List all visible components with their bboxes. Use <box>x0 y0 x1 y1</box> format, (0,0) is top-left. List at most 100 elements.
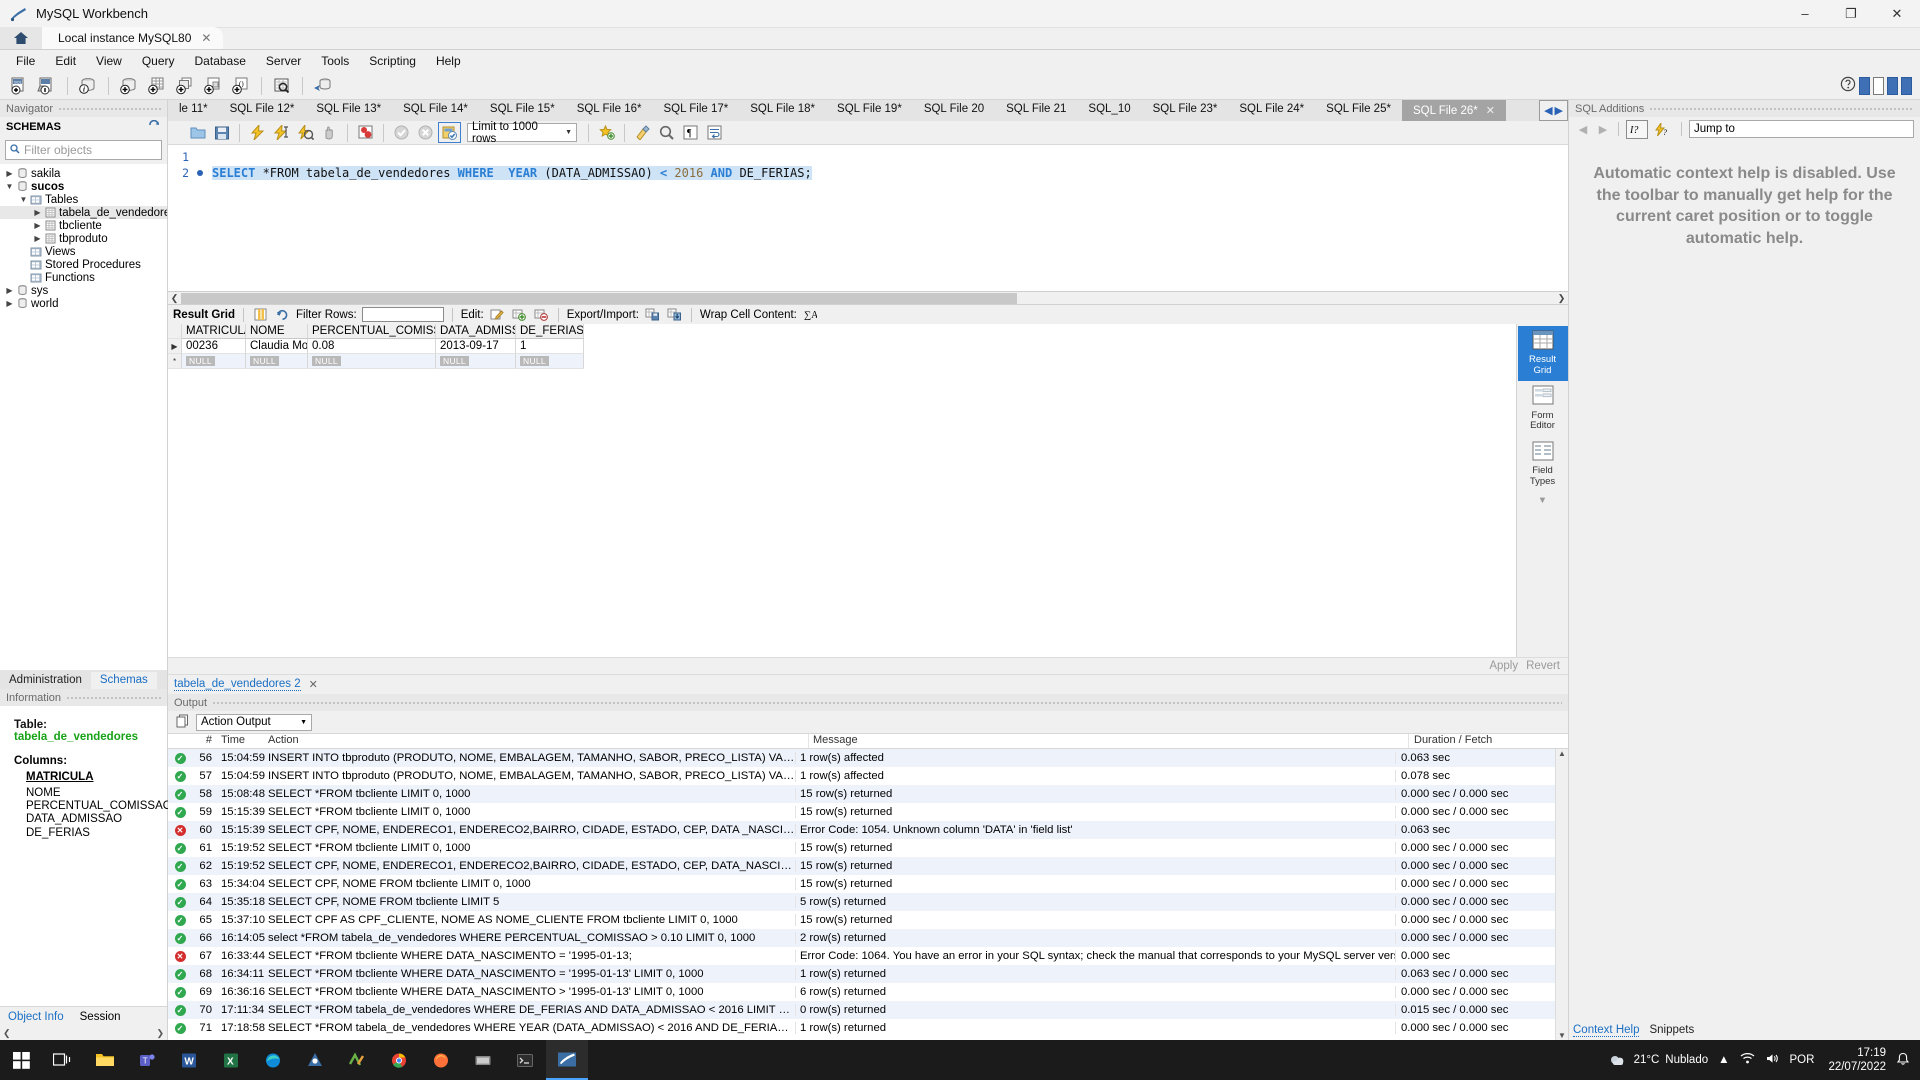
filter-objects-box[interactable] <box>5 140 162 160</box>
output-row[interactable]: ✓ 65 15:37:10 SELECT CPF AS CPF_CLIENTE, NO… <box>168 911 1555 929</box>
insert-row-icon[interactable] <box>511 307 528 323</box>
tab-context-help[interactable]: Context Help <box>1573 1024 1640 1037</box>
apply-button[interactable]: Apply <box>1489 660 1518 672</box>
scroll-down-icon[interactable]: ▼ <box>1558 1031 1566 1040</box>
menu-file[interactable]: File <box>6 52 45 70</box>
add-table-icon[interactable] <box>144 74 170 98</box>
filter-rows-input[interactable] <box>361 307 444 322</box>
close-icon[interactable]: ✕ <box>309 678 318 691</box>
tab-session[interactable]: Session <box>72 1009 129 1025</box>
toggle-autocommit-icon[interactable] <box>438 122 461 143</box>
open-file-icon[interactable] <box>186 122 209 143</box>
home-tab[interactable] <box>0 27 42 49</box>
chevron-right-icon[interactable]: ▶ <box>32 221 43 230</box>
sql-file-tab-2[interactable]: SQL File 13* <box>305 100 392 121</box>
app7-icon[interactable] <box>294 1040 336 1080</box>
menu-query[interactable]: Query <box>132 52 185 70</box>
find-icon[interactable] <box>655 122 678 143</box>
menu-server[interactable]: Server <box>256 52 311 70</box>
chrome-icon[interactable] <box>378 1040 420 1080</box>
connection-info-icon[interactable]: i <box>75 74 101 98</box>
output-type-select[interactable]: Action Output ▼ <box>196 713 312 731</box>
auto-help-toggle-icon[interactable]: ? <box>1652 120 1674 139</box>
filter-objects-input[interactable] <box>24 143 157 157</box>
toggle-output-button[interactable] <box>1873 76 1884 95</box>
toggle-sidebar-button[interactable] <box>1859 76 1870 95</box>
scroll-right-icon[interactable]: ❯ <box>156 1028 164 1039</box>
output-row[interactable]: ✓ 70 17:11:34 SELECT *FROM tabela_de_vended… <box>168 1001 1555 1019</box>
sql-file-tab-8[interactable]: SQL File 19* <box>826 100 913 121</box>
sql-file-tab-6[interactable]: SQL File 17* <box>652 100 739 121</box>
delete-row-icon[interactable] <box>533 307 550 323</box>
add-procedure-icon[interactable] <box>200 74 226 98</box>
table-cell[interactable]: 2013-09-17 <box>436 339 516 354</box>
table-cell[interactable]: NULL <box>436 354 516 369</box>
output-row[interactable]: ✓ 63 15:34:04 SELECT CPF, NOME FROM tbclien… <box>168 875 1555 893</box>
row-limit-select[interactable]: Limit to 1000 rows ▼ <box>467 121 577 145</box>
table-cell[interactable]: 00236 <box>182 339 246 354</box>
forward-icon[interactable]: ▶ <box>1595 123 1611 136</box>
instance-tab[interactable]: Local instance MySQL80 ✕ <box>42 27 224 49</box>
column-header[interactable]: DATA_ADMISSAO <box>436 324 516 339</box>
toggle-stop-on-error-icon[interactable] <box>354 122 377 143</box>
toggle-invisible-chars-icon[interactable]: ¶ <box>679 122 702 143</box>
back-icon[interactable]: ◀ <box>1575 123 1591 136</box>
output-vscrollbar[interactable]: ▲ ▼ <box>1555 749 1568 1040</box>
menu-edit[interactable]: Edit <box>45 52 86 70</box>
output-row[interactable]: ✓ 69 16:36:16 SELECT *FROM tbcliente WHERE … <box>168 983 1555 1001</box>
sql-file-tab-1[interactable]: SQL File 12* <box>219 100 306 121</box>
tab-administration[interactable]: Administration <box>0 672 91 689</box>
add-view-icon[interactable] <box>172 74 198 98</box>
grid-view-icon[interactable] <box>252 307 269 323</box>
add-schema-icon[interactable] <box>116 74 142 98</box>
weather-widget[interactable]: 21°C Nublado <box>1608 1052 1708 1068</box>
schema-tree[interactable]: ▶ sakila ▼ sucos ▼ Tables ▶ tabela_de_vendedore… <box>0 164 167 670</box>
chevron-right-icon[interactable]: ▶ <box>4 169 15 178</box>
toggle-panels-button[interactable] <box>1901 76 1912 95</box>
open-sql-script-icon[interactable] <box>34 74 60 98</box>
result-view-more[interactable]: ▼ <box>1518 492 1568 511</box>
table-cell[interactable]: NULL <box>182 354 246 369</box>
editor-hscrollbar[interactable]: ❮ ❯ <box>168 292 1568 305</box>
minimize-button[interactable]: – <box>1782 0 1828 28</box>
sidebar-hscrollbar[interactable]: ❮ ❯ <box>0 1026 167 1040</box>
output-row[interactable]: ✓ 66 16:14:05 select *FROM tabela_de_vended… <box>168 929 1555 947</box>
table-cell[interactable]: 0.08 <box>308 339 436 354</box>
save-snippet-icon[interactable] <box>595 122 618 143</box>
table-row[interactable]: ▶00236Claudia Morais0.082013-09-171 <box>168 339 584 354</box>
add-function-icon[interactable]: () <box>228 74 254 98</box>
toggle-secondary-sidebar-button[interactable] <box>1887 76 1898 95</box>
save-file-icon[interactable] <box>210 122 233 143</box>
tab-snippets[interactable]: Snippets <box>1649 1024 1694 1036</box>
tree-node-tbproduto[interactable]: ▶ tbproduto <box>0 232 167 245</box>
tab-scroll-left-icon[interactable]: ◀ <box>1544 104 1552 117</box>
result-view-switcher[interactable]: Result Grid Form Editor Field Types ▼ <box>1516 324 1568 657</box>
execute-statement-icon[interactable] <box>246 122 269 143</box>
sql-file-tab-3[interactable]: SQL File 14* <box>392 100 479 121</box>
output-row[interactable]: ✕ 60 15:15:39 SELECT CPF, NOME, ENDERECO1, … <box>168 821 1555 839</box>
output-row[interactable]: ✕ 67 16:33:44 SELECT *FROM tbcliente WHERE … <box>168 947 1555 965</box>
chevron-right-icon[interactable]: ▶ <box>32 234 43 243</box>
output-row[interactable]: ✓ 68 16:34:11 SELECT *FROM tbcliente WHERE … <box>168 965 1555 983</box>
maximize-button[interactable]: ❐ <box>1828 0 1874 28</box>
language-indicator[interactable]: POR <box>1790 1054 1815 1066</box>
import-recordset-icon[interactable] <box>666 307 683 323</box>
table-cell[interactable]: 1 <box>516 339 584 354</box>
tab-scroll-right-icon[interactable]: ▶ <box>1555 104 1563 117</box>
sql-file-tab-15[interactable]: SQL File 26* ✕ <box>1401 100 1506 121</box>
start-icon[interactable] <box>0 1040 42 1080</box>
tree-node-tbcliente[interactable]: ▶ tbcliente <box>0 219 167 232</box>
scroll-left-icon[interactable]: ❮ <box>3 1028 11 1039</box>
word-icon[interactable]: W <box>168 1040 210 1080</box>
new-sql-tab-icon[interactable]: SQL <box>6 74 32 98</box>
menu-tools[interactable]: Tools <box>311 52 359 70</box>
export-recordset-icon[interactable] <box>644 307 661 323</box>
hscroll-track[interactable] <box>181 292 1555 304</box>
search-table-icon[interactable] <box>269 74 295 98</box>
wrap-cell-icon[interactable]: ∑A <box>802 307 819 323</box>
action-output-rows[interactable]: ✓ 56 15:04:59 INSERT INTO tbproduto (PRODUT… <box>168 749 1555 1040</box>
app8-icon[interactable] <box>336 1040 378 1080</box>
code-line[interactable]: SELECT *FROM tabela_de_vendedores WHERE … <box>206 165 1568 181</box>
chevron-right-icon[interactable]: ▶ <box>4 286 15 295</box>
tree-node-world[interactable]: ▶ world <box>0 297 167 310</box>
